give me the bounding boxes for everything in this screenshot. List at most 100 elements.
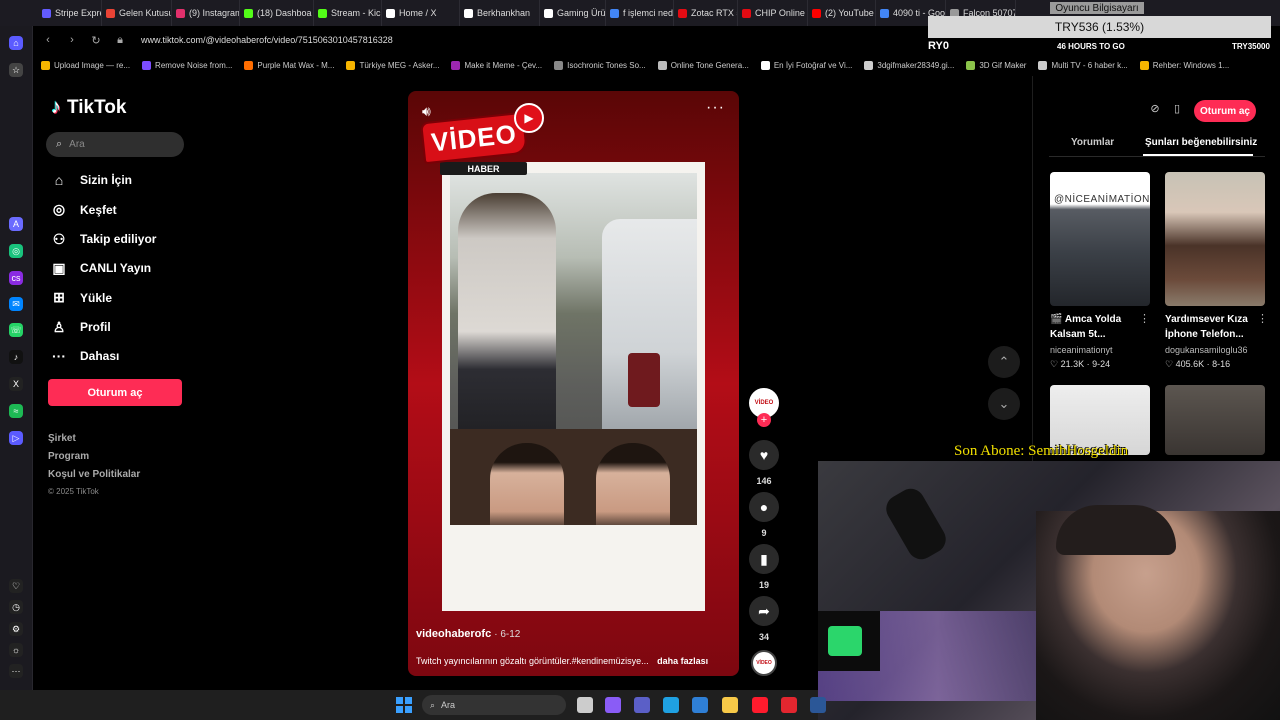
explorer-icon[interactable] xyxy=(722,697,738,713)
lightbulb-icon[interactable]: ☼ xyxy=(9,643,23,657)
edge-icon[interactable] xyxy=(663,697,679,713)
next-video-button[interactable]: ⌄ xyxy=(988,388,1020,420)
tab[interactable]: (9) Instagram xyxy=(172,0,240,26)
tab[interactable]: Gelen Kutusu xyxy=(102,0,172,26)
aria-icon[interactable]: A xyxy=(9,217,23,231)
teams-icon[interactable] xyxy=(634,697,650,713)
nav-item-profile[interactable]: ♙ Profil xyxy=(51,319,111,336)
home-icon[interactable]: ⌂ xyxy=(9,36,23,50)
coin-icon[interactable]: ⊘ xyxy=(1147,102,1163,118)
previous-video-button[interactable]: ⌃ xyxy=(988,346,1020,378)
search-input[interactable] xyxy=(69,139,170,150)
video-player[interactable]: HABER VİDEO ▶ 🔊︎ ··· videohaberofc · 6-1… xyxy=(408,91,739,676)
wps-icon[interactable] xyxy=(781,697,797,713)
card-more-icon[interactable]: ⋮ xyxy=(1139,312,1150,325)
tab[interactable]: (2) YouTube xyxy=(808,0,876,26)
bookmark-item[interactable]: 3dgifmaker28349.gi... xyxy=(864,60,960,70)
taskbar-search[interactable]: ⌕ Ara xyxy=(422,695,566,715)
url-field[interactable]: www.tiktok.com/@videohaberofc/video/7515… xyxy=(141,35,393,45)
video-thumbnail[interactable]: @NİCEANİMATİON xyxy=(1050,172,1150,306)
reload-icon[interactable]: ↻ xyxy=(89,34,103,47)
tab[interactable]: Zotac RTX 50 xyxy=(674,0,738,26)
star-icon[interactable]: ☆ xyxy=(9,63,23,77)
more-icon[interactable]: ··· xyxy=(9,664,23,678)
footer-link-company[interactable]: Şirket xyxy=(48,433,76,444)
nav-item-following[interactable]: ⚇ Takip ediliyor xyxy=(51,231,157,248)
music-disc[interactable]: VİDEO xyxy=(751,650,777,676)
settings-icon[interactable]: ⚙ xyxy=(9,622,23,636)
panel-login-button[interactable]: Oturum aç xyxy=(1194,100,1256,122)
more-options-icon[interactable]: ··· xyxy=(706,99,725,117)
bookmark-item[interactable]: Türkiye MEG - Asker... xyxy=(346,60,445,70)
player-icon[interactable]: ▷ xyxy=(9,431,23,445)
messenger-icon[interactable]: ✉ xyxy=(9,297,23,311)
video-author[interactable]: videohaberofc · 6-12 xyxy=(416,628,520,640)
card-more-icon[interactable]: ⋮ xyxy=(1257,312,1268,325)
see-more-link[interactable]: daha fazlası xyxy=(657,656,708,666)
comment-button[interactable]: ● xyxy=(749,492,779,522)
tab[interactable]: Gaming Ürün xyxy=(540,0,606,26)
save-button[interactable]: ▮ xyxy=(749,544,779,574)
bookmark-label: Upload Image — re... xyxy=(54,60,131,70)
forward-icon[interactable]: › xyxy=(65,34,79,46)
bookmark-favicon-icon xyxy=(41,60,50,70)
bookmark-item[interactable]: Upload Image — re... xyxy=(41,60,136,70)
cs-icon[interactable]: cs xyxy=(9,271,23,285)
card-title[interactable]: 🎬 Amca Yolda Kalsam 5t... xyxy=(1050,312,1136,342)
tiktok-logo[interactable]: ♪ TikTok xyxy=(51,96,126,119)
chatgpt-icon[interactable]: ◎ xyxy=(9,244,23,258)
bookmark-item[interactable]: Isochronic Tones So... xyxy=(554,60,652,70)
nav-item-upload[interactable]: ⊞ Yükle xyxy=(51,289,112,306)
bookmark-item[interactable]: Purple Mat Wax - M... xyxy=(244,60,340,70)
author-name[interactable]: videohaberofc xyxy=(416,628,491,640)
windows-start-icon[interactable] xyxy=(396,697,412,713)
back-icon[interactable]: ‹ xyxy=(41,34,55,46)
spotify-icon[interactable]: ≈ xyxy=(9,404,23,418)
volume-icon[interactable]: 🔊︎ xyxy=(422,103,431,120)
nav-item-explore[interactable]: ◎ Keşfet xyxy=(51,201,117,218)
card-title[interactable]: Yardımsever Kıza İphone Telefon... xyxy=(1165,312,1251,342)
opera-icon[interactable] xyxy=(752,697,768,713)
nav-item-home[interactable]: ⌂ Sizin İçin xyxy=(51,172,132,188)
bookmark-item[interactable]: Remove Noise from... xyxy=(142,60,238,70)
tab[interactable]: Stream - Kick xyxy=(314,0,382,26)
tab-comments[interactable]: Yorumlar xyxy=(1071,137,1114,148)
card-stats: ♡ 405.6K · 8-16 xyxy=(1165,359,1231,369)
whatsapp-icon[interactable]: ☏ xyxy=(9,323,23,337)
tab[interactable]: Berkhankhan xyxy=(460,0,540,26)
share-button[interactable]: ➦ xyxy=(749,596,779,626)
like-button[interactable]: ♥ xyxy=(749,440,779,470)
tab[interactable]: CHIP Online xyxy=(738,0,808,26)
footer-link-program[interactable]: Program xyxy=(48,451,89,462)
tab[interactable]: f işlemci nedi xyxy=(606,0,674,26)
bookmark-label: Türkiye MEG - Asker... xyxy=(359,60,440,70)
history-icon[interactable]: ◷ xyxy=(9,600,23,614)
bookmark-item[interactable]: 3D Gif Maker xyxy=(966,60,1032,70)
word-icon[interactable] xyxy=(810,697,826,713)
tab-you-may-like[interactable]: Şunları beğenebilirsiniz xyxy=(1145,137,1257,148)
copilot-icon[interactable] xyxy=(605,697,621,713)
login-button[interactable]: Oturum aç xyxy=(48,379,182,406)
x-icon[interactable]: X xyxy=(9,377,23,391)
video-thumbnail[interactable] xyxy=(1165,385,1265,455)
follow-plus-icon[interactable]: + xyxy=(757,413,771,427)
device-icon[interactable]: ▯ xyxy=(1169,102,1185,118)
bookmark-item[interactable]: Online Tone Genera... xyxy=(657,60,755,70)
heart-icon[interactable]: ♡ xyxy=(9,579,23,593)
nav-item-live[interactable]: ▣ CANLI Yayın xyxy=(51,260,151,277)
tab[interactable]: Stripe Express xyxy=(38,0,102,26)
nav-item-more[interactable]: ··· Dahası xyxy=(51,348,119,364)
bookmark-item[interactable]: Make it Meme - Çev... xyxy=(451,60,548,70)
tiktok-icon[interactable]: ♪ xyxy=(9,350,23,364)
task-view-icon[interactable] xyxy=(577,697,593,713)
bookmark-item[interactable]: Rehber: Windows 1... xyxy=(1139,60,1235,70)
tab[interactable]: Home / X xyxy=(382,0,460,26)
bookmark-item[interactable]: En İyi Fotoğraf ve Vi... xyxy=(760,60,859,70)
video-thumbnail[interactable] xyxy=(1165,172,1265,306)
store-icon[interactable] xyxy=(692,697,708,713)
footer-link-terms[interactable]: Koşul ve Politikalar xyxy=(48,469,140,480)
bookmark-item[interactable]: Multi TV - 6 haber k... xyxy=(1038,60,1133,70)
tab[interactable]: (18) Dashboa xyxy=(240,0,314,26)
card-user[interactable]: niceanimationyt xyxy=(1050,345,1113,355)
card-user[interactable]: dogukansamiloglu36 xyxy=(1165,345,1248,355)
